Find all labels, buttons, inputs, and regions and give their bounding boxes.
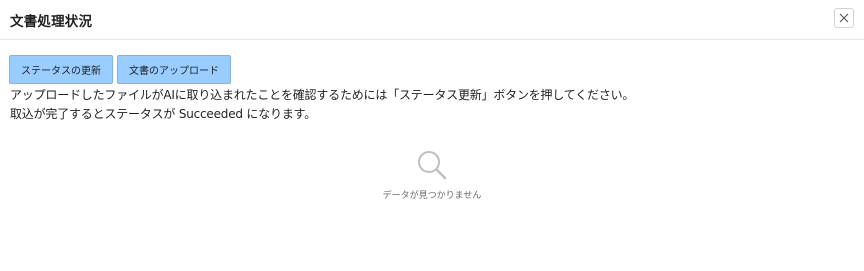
- instruction-line-2: 取込が完了するとステータスが Succeeded になります。: [10, 107, 317, 121]
- close-icon: [839, 13, 849, 23]
- upload-document-button[interactable]: 文書のアップロード: [117, 55, 231, 84]
- close-button[interactable]: [834, 8, 854, 28]
- empty-state-text: データが見つかりません: [382, 191, 482, 201]
- dialog-title: 文書処理状況: [10, 14, 93, 30]
- update-status-button[interactable]: ステータスの更新: [9, 55, 113, 84]
- document-status-dialog: 文書処理状況 ステータスの更新 文書のアップロード アップロードしたファイルがA…: [0, 0, 864, 271]
- action-toolbar: ステータスの更新 文書のアップロード: [9, 55, 231, 84]
- search-icon: [418, 151, 447, 180]
- empty-state: データが見つかりません: [0, 148, 864, 201]
- instruction-line-1: アップロードしたファイルがAIに取り込まれたことを確認するためには「ステータス更…: [10, 88, 635, 102]
- dialog-header: 文書処理状況: [0, 0, 864, 40]
